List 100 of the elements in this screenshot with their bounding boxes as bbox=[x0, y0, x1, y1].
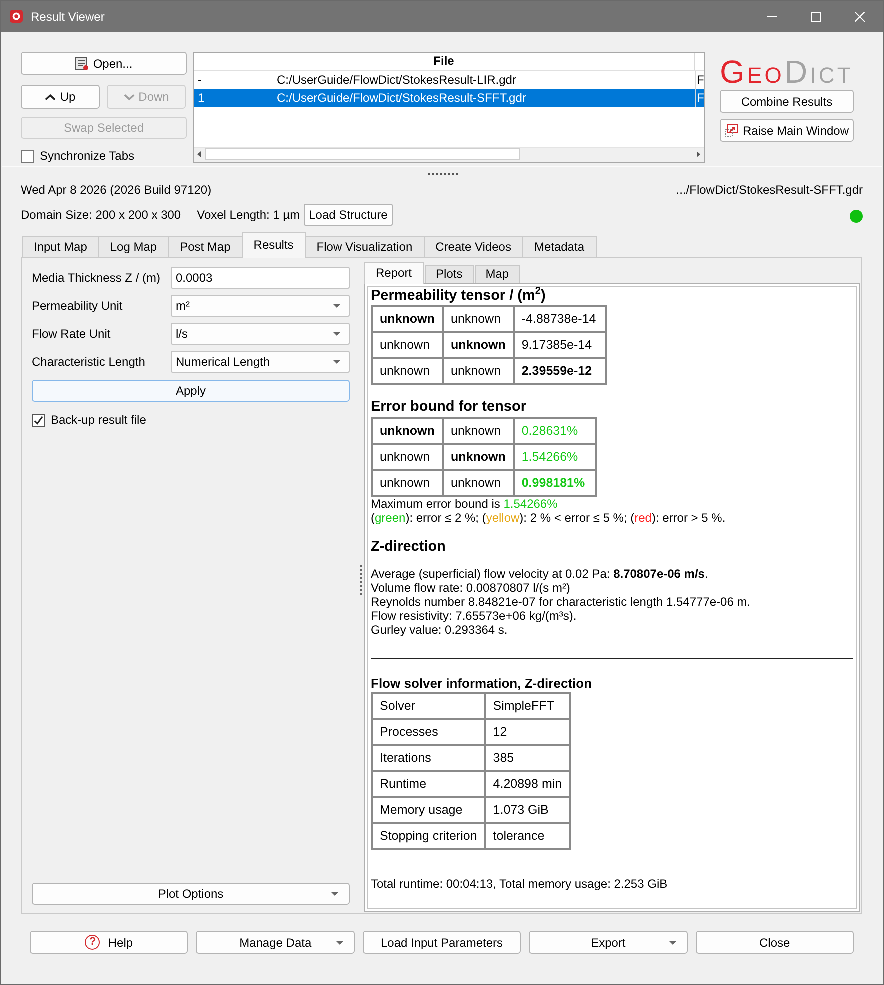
load-structure-button[interactable]: Load Structure bbox=[304, 204, 393, 226]
file-row[interactable]: 1 C:/UserGuide/FlowDict/StokesResult-SFFT.gdr F bbox=[194, 89, 704, 107]
table-cell: Iterations bbox=[372, 745, 486, 771]
domain-size-text: Domain Size: 200 x 200 x 300 bbox=[21, 208, 182, 222]
caret-icon bbox=[668, 940, 677, 944]
voxel-length-text: Voxel Length: 1 µm bbox=[197, 208, 300, 222]
help-icon: ? bbox=[85, 935, 100, 950]
table-cell: unknown bbox=[443, 470, 514, 496]
table-cell: 385 bbox=[485, 745, 570, 771]
field-label: Flow Rate Unit bbox=[32, 327, 112, 341]
table-cell: 0.28631% bbox=[514, 418, 596, 444]
window-title: Result Viewer bbox=[31, 10, 105, 24]
table-cell: unknown bbox=[372, 332, 443, 358]
tab[interactable]: Report bbox=[364, 262, 424, 284]
tab[interactable]: Flow Visualization bbox=[304, 236, 425, 257]
table-cell: 9.17385e-14 bbox=[514, 332, 606, 358]
table-cell: tolerance bbox=[485, 823, 570, 849]
help-button[interactable]: ? Help bbox=[30, 931, 188, 954]
field-label: Permeability Unit bbox=[32, 299, 124, 313]
tab[interactable]: Log Map bbox=[98, 236, 170, 257]
splitter-handle[interactable] bbox=[428, 172, 458, 174]
load-input-parameters-button[interactable]: Load Input Parameters bbox=[362, 931, 522, 954]
export-button[interactable]: Export bbox=[529, 931, 688, 954]
window-arrow-icon bbox=[724, 124, 739, 138]
table-cell: 2.39559e-12 bbox=[514, 358, 606, 384]
table-cell: Runtime bbox=[372, 771, 486, 797]
table-cell: unknown bbox=[443, 332, 514, 358]
open-button[interactable]: Open... bbox=[21, 52, 187, 75]
table-cell-text: 1 bbox=[197, 90, 206, 107]
section-heading: Permeability tensor / (m$^{2}$) bbox=[371, 288, 547, 304]
synchronize-tabs-checkbox[interactable] bbox=[21, 150, 34, 162]
table-cell: 1.54266% bbox=[514, 444, 596, 470]
section-heading: Error bound for tensor bbox=[371, 399, 528, 415]
table-cell: SimpleFFT bbox=[485, 693, 570, 719]
table-cell: 12 bbox=[485, 719, 570, 745]
table-cell: -4.88738e-14 bbox=[514, 306, 606, 332]
horizontal-scrollbar[interactable] bbox=[194, 147, 704, 162]
maximize-icon[interactable] bbox=[811, 12, 821, 22]
section-heading: Z-direction bbox=[371, 539, 447, 555]
table-cell: unknown bbox=[443, 358, 514, 384]
table-cell: 1.073 GiB bbox=[485, 797, 570, 823]
field-label: Characteristic Length bbox=[32, 355, 146, 369]
caret-icon bbox=[333, 332, 341, 336]
close-button[interactable]: Close bbox=[696, 931, 854, 954]
caret-icon bbox=[336, 940, 344, 944]
apply-button[interactable]: Apply bbox=[32, 380, 350, 402]
tab[interactable]: Input Map bbox=[22, 236, 100, 257]
combine-results-button[interactable]: Combine Results bbox=[720, 90, 854, 113]
characteristic-length-dropdown[interactable]: Numerical Length bbox=[171, 351, 350, 373]
manage-data-button[interactable]: Manage Data bbox=[196, 931, 355, 954]
tab[interactable]: Map bbox=[474, 265, 520, 283]
checkbox-label: Back-up result file bbox=[51, 413, 146, 427]
tab[interactable]: Metadata bbox=[522, 236, 596, 257]
section-heading: Flow solver information, Z-direction bbox=[371, 676, 594, 691]
table-cell: Processes bbox=[372, 719, 486, 745]
permeability-unit-dropdown[interactable]: m² bbox=[171, 295, 350, 317]
table-cell: unknown bbox=[443, 418, 514, 444]
result-text: Gurley value: 0.293364 s. bbox=[371, 623, 509, 637]
table-cell: 0.998181% bbox=[514, 470, 596, 496]
table-cell-text: - bbox=[197, 72, 203, 89]
caret-icon bbox=[333, 304, 341, 308]
tab[interactable]: Plots bbox=[425, 265, 474, 283]
table-cell: unknown bbox=[443, 444, 514, 470]
table-cell: Solver bbox=[372, 693, 486, 719]
table-cell: 4.20898 min bbox=[485, 771, 570, 797]
scrollbar-thumb[interactable] bbox=[205, 148, 520, 160]
table-cell: F bbox=[695, 89, 704, 107]
column-header[interactable]: File bbox=[194, 53, 694, 70]
close-icon[interactable] bbox=[855, 12, 865, 22]
tab[interactable]: Results bbox=[242, 232, 306, 258]
total-text: Total runtime: 00:04:13, Total memory usage: 2.253 GiB bbox=[371, 877, 669, 891]
table-cell: Memory usage bbox=[372, 797, 486, 823]
checkbox-label: Synchronize Tabs bbox=[40, 149, 134, 163]
tab[interactable]: Post Map bbox=[168, 236, 243, 257]
table-cell: Stopping criterion bbox=[372, 823, 486, 849]
flow-rate-unit-dropdown[interactable]: l/s bbox=[171, 323, 350, 345]
tab[interactable]: Create Videos bbox=[424, 236, 524, 257]
table-cell: unknown bbox=[372, 444, 443, 470]
table-cell: unknown bbox=[443, 306, 514, 332]
splitter-handle[interactable] bbox=[360, 565, 362, 596]
up-button[interactable]: Up bbox=[21, 85, 100, 109]
media-thickness-field[interactable]: 0.0003 bbox=[171, 267, 350, 289]
app-icon bbox=[10, 10, 23, 23]
table-cell: unknown bbox=[372, 358, 443, 384]
result-text: Reynolds number 8.84821e-07 for characteristic length 1.54777e-06 m. bbox=[371, 595, 752, 609]
caret-icon bbox=[331, 892, 339, 896]
field-label: Media Thickness Z / (m) bbox=[32, 271, 162, 285]
maximum-error-text: Maximum error bound is 1.54266% bbox=[371, 497, 559, 511]
table-cell-text: C:/UserGuide/FlowDict/StokesResult-LIR.gdr bbox=[277, 72, 518, 89]
chevron-up-icon bbox=[45, 94, 56, 100]
result-text: Flow resistivity: 7.65573e+06 kg/(m³s). bbox=[371, 609, 578, 623]
backup-checkbox[interactable] bbox=[32, 414, 45, 426]
caret-icon bbox=[333, 360, 341, 364]
table-cell-text: C:/UserGuide/FlowDict/StokesResult-SFFT.gdr bbox=[277, 90, 528, 107]
raise-main-window-button[interactable]: Raise Main Window bbox=[720, 119, 854, 142]
table-cell: unknown bbox=[372, 306, 443, 332]
file-path-text: .../FlowDict/StokesResult-SFFT.gdr bbox=[676, 183, 863, 197]
error-legend-text: (green): error ≤ 2 %; (yellow): 2 % < error ≤ 5 %; (red): error > 5 %. bbox=[371, 511, 727, 525]
plot-options-button[interactable]: Plot Options bbox=[32, 883, 350, 905]
chevron-down-icon bbox=[124, 94, 135, 100]
